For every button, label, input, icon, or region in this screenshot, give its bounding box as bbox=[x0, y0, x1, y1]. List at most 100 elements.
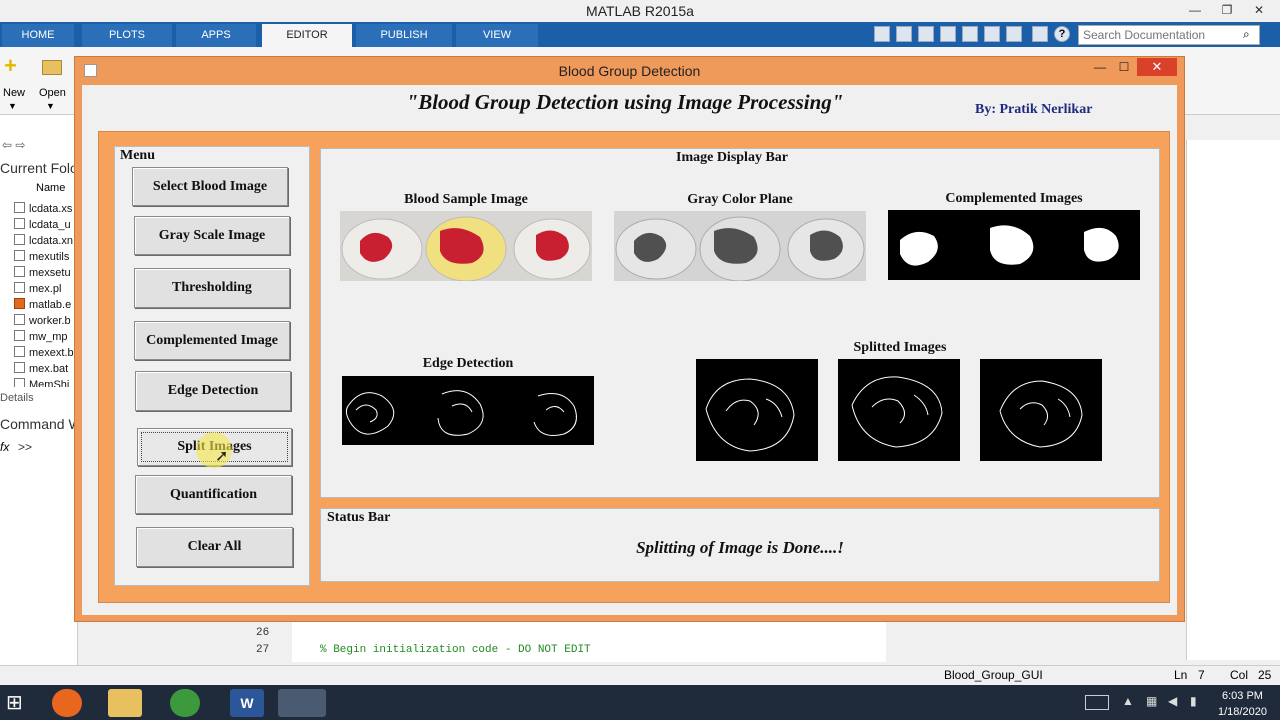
complemented-images-title: Complemented Images bbox=[945, 191, 1083, 206]
search-icon[interactable]: ⌕ bbox=[1243, 27, 1250, 42]
search-documentation-input[interactable] bbox=[1078, 25, 1260, 45]
chevron-down-icon[interactable]: ▼ bbox=[8, 101, 17, 111]
tab-view[interactable]: VIEW bbox=[456, 24, 538, 47]
save-icon[interactable] bbox=[896, 26, 912, 42]
splitted-images-title: Splitted Images bbox=[853, 340, 947, 355]
chevron-up-icon[interactable]: ▲ bbox=[1122, 694, 1134, 708]
tab-plots[interactable]: PLOTS bbox=[82, 24, 172, 47]
file-item[interactable]: lcdata_u bbox=[14, 218, 78, 234]
current-folder-panel bbox=[0, 115, 78, 665]
current-folder-label: Current Folo bbox=[0, 160, 78, 176]
command-window-label: Command W bbox=[0, 416, 82, 432]
mouse-pointer-icon: ➚ bbox=[215, 448, 229, 465]
edge-detection-title: Edge Detection bbox=[422, 356, 514, 371]
complemented-image-button[interactable]: Complemented Image bbox=[134, 321, 290, 360]
clock-time[interactable]: 6:03 PM bbox=[1222, 690, 1263, 702]
gui-close-icon[interactable]: ✕ bbox=[1137, 58, 1177, 76]
power-icon[interactable]: ▮ bbox=[1190, 694, 1197, 708]
code-line[interactable]: % Begin initialization code - DO NOT EDI… bbox=[320, 644, 591, 656]
file-explorer-icon[interactable] bbox=[108, 689, 142, 717]
open-label[interactable]: Open bbox=[39, 87, 66, 99]
blood-sample-image bbox=[340, 211, 592, 281]
gui-author: By: Pratik Nerlikar bbox=[975, 102, 1093, 117]
line-label: Ln bbox=[1174, 668, 1188, 682]
open-folder-icon[interactable] bbox=[42, 60, 62, 75]
thresholding-button[interactable]: Thresholding bbox=[134, 268, 290, 308]
close-icon[interactable]: ✕ bbox=[1244, 0, 1274, 22]
tab-home[interactable]: HOME bbox=[2, 24, 74, 47]
firefox-icon[interactable] bbox=[52, 689, 82, 717]
gray-scale-image-button[interactable]: Gray Scale Image bbox=[134, 216, 290, 255]
word-icon[interactable]: W bbox=[230, 689, 264, 717]
file-item[interactable]: mex.bat bbox=[14, 362, 78, 378]
network-icon[interactable]: ▦ bbox=[1146, 694, 1157, 708]
undo-icon[interactable] bbox=[984, 26, 1000, 42]
file-item[interactable]: worker.b bbox=[14, 314, 78, 330]
menu-panel bbox=[114, 146, 310, 586]
command-prompt[interactable]: >> bbox=[18, 440, 32, 454]
gui-maximize-icon[interactable]: ☐ bbox=[1114, 58, 1134, 76]
line-value: 7 bbox=[1198, 668, 1205, 682]
splitted-image-1 bbox=[696, 359, 818, 461]
cut-icon[interactable] bbox=[918, 26, 934, 42]
column-value: 25 bbox=[1258, 668, 1272, 682]
file-item[interactable]: mexutils bbox=[14, 250, 78, 266]
file-item[interactable]: mw_mp bbox=[14, 330, 78, 346]
edge-detection-image bbox=[342, 376, 594, 445]
blood-sample-title: Blood Sample Image bbox=[404, 192, 528, 207]
quick-access-icon[interactable] bbox=[874, 26, 890, 42]
tab-apps[interactable]: APPS bbox=[176, 24, 256, 47]
splitted-image-3 bbox=[980, 359, 1102, 461]
keyboard-icon[interactable] bbox=[1085, 695, 1109, 710]
name-column-header[interactable]: Name bbox=[36, 182, 65, 194]
gray-color-plane-title: Gray Color Plane bbox=[687, 192, 793, 207]
matlab-title-bar: MATLAB R2015a bbox=[0, 0, 1280, 22]
help-icon[interactable]: ? bbox=[1054, 26, 1070, 42]
redo-icon[interactable] bbox=[1006, 26, 1022, 42]
matlab-status-bar bbox=[0, 665, 1280, 685]
switch-windows-icon[interactable] bbox=[1032, 26, 1048, 42]
back-forward-icon[interactable]: ⇦ ⇨ bbox=[2, 138, 25, 152]
tab-publish[interactable]: PUBLISH bbox=[356, 24, 452, 47]
paste-icon[interactable] bbox=[962, 26, 978, 42]
workspace-panel bbox=[1186, 140, 1280, 660]
file-item[interactable]: matlab.e bbox=[14, 298, 78, 314]
line-number: 26 bbox=[256, 627, 270, 639]
minimize-icon[interactable]: — bbox=[1180, 0, 1210, 22]
gui-window-title: Blood Group Detection bbox=[75, 57, 1184, 85]
splitted-image-2 bbox=[838, 359, 960, 461]
file-item[interactable]: MemShi bbox=[14, 378, 78, 387]
image-display-panel-title: Image Display Bar bbox=[673, 150, 791, 166]
select-blood-image-button[interactable]: Select Blood Image bbox=[132, 167, 288, 206]
fx-icon: fx bbox=[0, 440, 10, 454]
gui-minimize-icon[interactable]: — bbox=[1090, 58, 1110, 76]
complemented-images-image bbox=[888, 210, 1140, 280]
file-item[interactable]: mex.pl bbox=[14, 282, 78, 298]
matlab-taskbar-icon[interactable] bbox=[278, 689, 326, 717]
file-item[interactable]: lcdata.xs bbox=[14, 202, 78, 218]
new-label[interactable]: New bbox=[3, 87, 25, 99]
volume-icon[interactable]: ◀ bbox=[1168, 694, 1177, 708]
chrome-icon[interactable] bbox=[170, 689, 200, 717]
file-item[interactable]: lcdata.xn bbox=[14, 234, 78, 250]
file-item[interactable]: mexext.b bbox=[14, 346, 78, 362]
matlab-figure-icon bbox=[84, 64, 97, 77]
column-label: Col bbox=[1230, 668, 1249, 682]
file-item[interactable]: mexsetu bbox=[14, 266, 78, 282]
status-message: Splitting of Image is Done....! bbox=[636, 538, 844, 557]
clear-all-button[interactable]: Clear All bbox=[136, 527, 293, 567]
status-file-name: Blood_Group_GUI bbox=[944, 668, 1043, 682]
clock-date[interactable]: 1/18/2020 bbox=[1218, 706, 1267, 718]
new-icon[interactable]: + bbox=[4, 55, 24, 77]
menu-panel-title: Menu bbox=[117, 148, 158, 164]
gray-color-plane-image bbox=[614, 211, 866, 281]
quantification-button[interactable]: Quantification bbox=[135, 475, 292, 514]
line-number: 27 bbox=[256, 644, 270, 656]
chevron-down-icon[interactable]: ▼ bbox=[46, 101, 55, 111]
tab-editor[interactable]: EDITOR bbox=[262, 24, 352, 47]
copy-icon[interactable] bbox=[940, 26, 956, 42]
edge-detection-button[interactable]: Edge Detection bbox=[135, 371, 291, 411]
windows-start-icon[interactable]: ⊞ bbox=[6, 692, 28, 714]
details-label[interactable]: Details bbox=[0, 392, 34, 404]
restore-icon[interactable]: ❐ bbox=[1212, 0, 1242, 22]
